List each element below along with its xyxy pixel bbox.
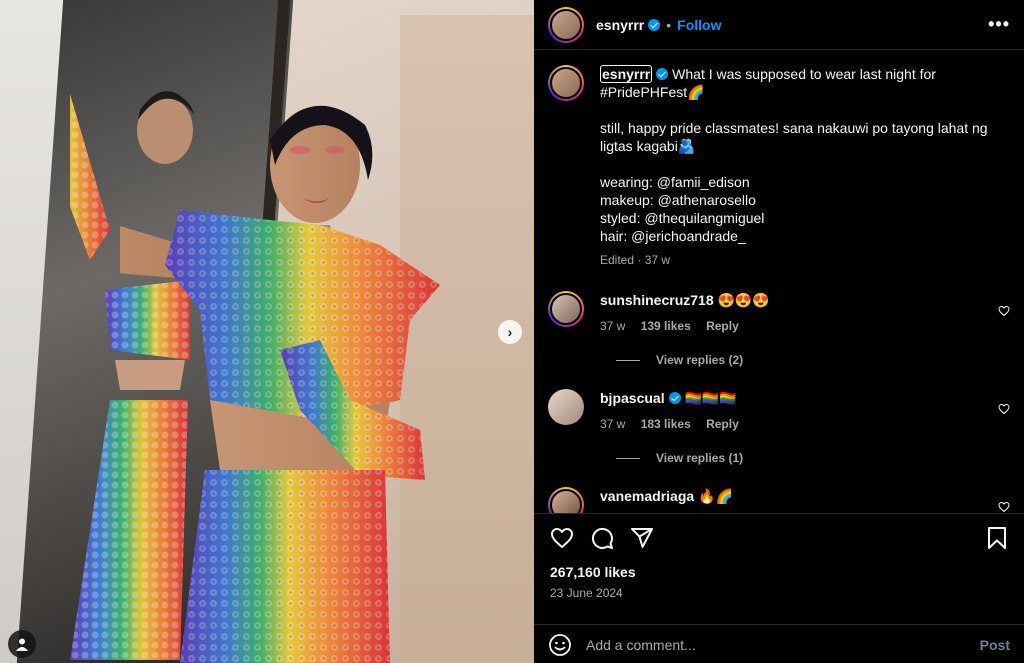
view-replies-label: View replies (1)	[656, 451, 744, 465]
post-footer: 267,160 likes 23 June 2024 Post	[534, 513, 1024, 656]
caption-hashtag[interactable]: #PridePHFest🌈	[600, 84, 705, 100]
user-tag-button[interactable]	[8, 630, 36, 658]
view-replies-label: View replies (2)	[656, 353, 744, 367]
caption-credit: hair: @jerichoandrade_	[600, 228, 746, 244]
post-image[interactable]: ›	[0, 0, 534, 663]
post-header: esnyrrr • Follow •••	[534, 0, 1024, 50]
comment-item: bjpascual 🏳️‍🌈🏳️‍🌈🏳️‍🌈 37 w 183 likes Re…	[548, 389, 1010, 433]
comment-item: sunshinecruz718 😍😍😍 37 w 139 likes Reply	[548, 291, 1010, 335]
replies-line	[616, 457, 640, 459]
comment-heart-icon[interactable]	[998, 403, 1010, 415]
main-figure	[120, 105, 440, 663]
bookmark-icon	[988, 527, 1006, 549]
add-comment-bar: Post	[534, 624, 1024, 663]
commenter-avatar[interactable]	[548, 389, 584, 425]
author-username[interactable]: esnyrrr	[596, 17, 644, 33]
comment-text: 🔥🌈	[698, 488, 733, 504]
caption-credit: styled: @thequilangmiguel	[600, 210, 765, 226]
save-button[interactable]	[986, 526, 1008, 550]
follow-button[interactable]: Follow	[677, 17, 721, 33]
comment-heart-icon[interactable]	[998, 305, 1010, 317]
caption-line1: What I was supposed to wear last night f…	[672, 66, 936, 82]
reply-button[interactable]: Reply	[706, 417, 739, 431]
caption-credit: wearing: @famii_edison	[600, 174, 750, 190]
action-bar	[534, 514, 1024, 556]
comment-button[interactable]	[590, 526, 614, 550]
next-image-button[interactable]: ›	[498, 320, 522, 344]
post-comment-button[interactable]: Post	[980, 637, 1010, 653]
heart-icon	[551, 528, 573, 548]
commenter-avatar[interactable]	[548, 291, 584, 327]
chevron-right-icon: ›	[507, 324, 513, 340]
comment-time: 37 w	[600, 319, 626, 333]
reply-button[interactable]: Reply	[706, 319, 739, 333]
post-caption: esnyrrr What I was supposed to wear last…	[548, 65, 1010, 269]
comment-text: 😍😍😍	[717, 292, 770, 308]
user-tag-icon	[16, 638, 28, 651]
commenter-username[interactable]: bjpascual	[600, 390, 665, 406]
separator-dot: •	[666, 16, 672, 33]
share-icon	[631, 528, 653, 548]
commenter-username[interactable]: sunshinecruz718	[600, 292, 714, 308]
view-replies-button[interactable]: View replies (2)	[616, 353, 1010, 367]
comment-icon	[591, 527, 613, 549]
comment-likes[interactable]: 139 likes	[641, 319, 691, 333]
comments-section[interactable]: esnyrrr What I was supposed to wear last…	[534, 51, 1024, 513]
commenter-username[interactable]: vanemadriaga	[600, 488, 694, 504]
comment-likes[interactable]: 183 likes	[641, 417, 691, 431]
view-replies-button[interactable]: View replies (1)	[616, 451, 1010, 465]
caption-meta: Edited · 37 w	[600, 253, 671, 267]
post-date[interactable]: 23 June 2024	[534, 580, 1024, 600]
caption-text: esnyrrr What I was supposed to wear last…	[600, 65, 1000, 269]
likes-count[interactable]: 267,160 likes	[534, 556, 1024, 580]
post-sidebar: esnyrrr • Follow ••• esnyrrr What I was …	[534, 0, 1024, 663]
share-button[interactable]	[630, 526, 654, 550]
comment-input[interactable]	[586, 636, 980, 653]
more-options-icon[interactable]: •••	[988, 14, 1010, 35]
emoji-icon[interactable]	[548, 633, 572, 657]
verified-badge-icon	[668, 392, 681, 404]
comment-text: 🏳️‍🌈🏳️‍🌈🏳️‍🌈	[684, 390, 737, 406]
comment-item: vanemadriaga 🔥🌈	[548, 487, 1010, 513]
like-button[interactable]	[550, 526, 574, 550]
verified-badge-icon	[648, 18, 661, 31]
replies-line	[616, 359, 640, 361]
caption-avatar[interactable]	[548, 65, 584, 101]
comment-heart-icon[interactable]	[998, 501, 1010, 513]
comment-time: 37 w	[600, 417, 626, 431]
author-avatar[interactable]	[548, 6, 584, 43]
caption-paragraph: still, happy pride classmates! sana naka…	[600, 120, 988, 154]
commenter-avatar[interactable]	[548, 487, 584, 513]
caption-username[interactable]: esnyrrr	[600, 65, 653, 83]
caption-credit: makeup: @athenarosello	[600, 192, 756, 208]
verified-badge-icon	[656, 68, 669, 80]
